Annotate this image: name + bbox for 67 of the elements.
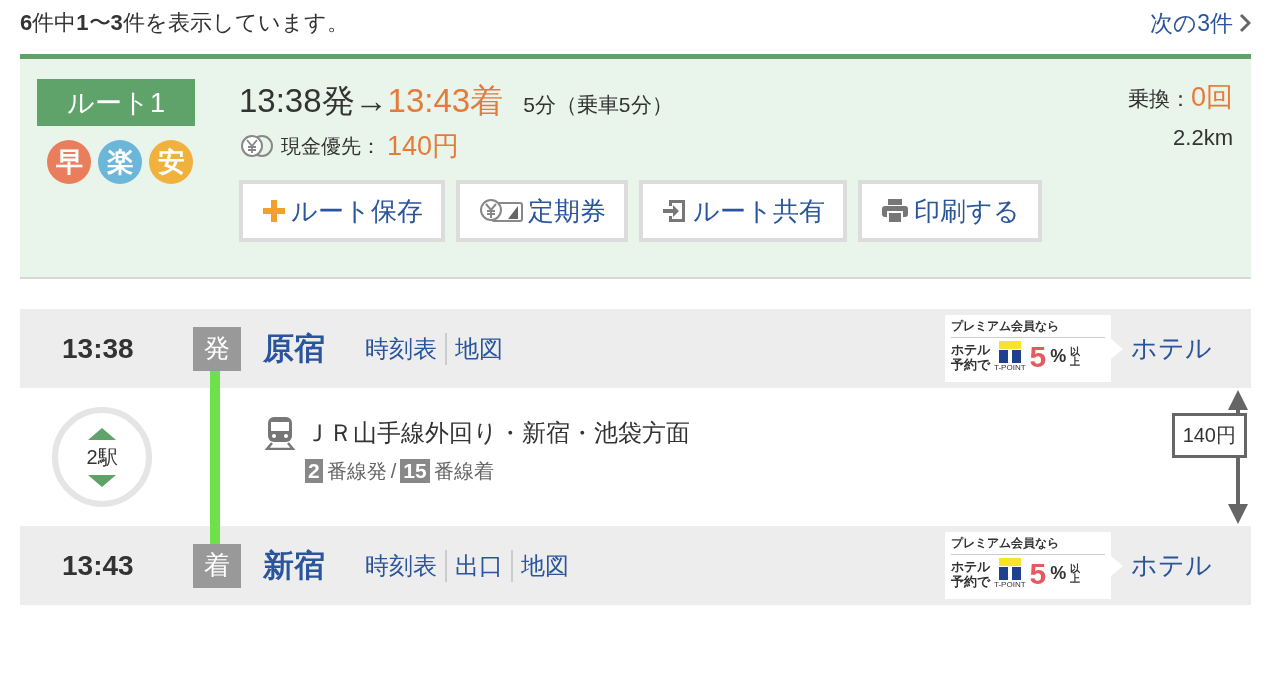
stop-marker: 発 <box>193 326 241 371</box>
stop-marker: 着 <box>193 543 241 588</box>
banner-brand: T-POINT <box>994 363 1026 372</box>
pass-card-icon <box>478 198 524 224</box>
banner-percent: % <box>1050 346 1067 367</box>
banner-headline: プレミアム会員なら <box>951 535 1105 555</box>
station-link[interactable]: 地図 <box>445 332 511 365</box>
result-count: 6件中1〜3件を表示しています。 <box>20 9 349 37</box>
banner-brand: T-POINT <box>994 580 1026 589</box>
station-count: 2駅 <box>86 444 118 470</box>
route-label: ルート1 <box>37 79 195 126</box>
stop-time: 13:38 <box>61 332 135 365</box>
printer-icon <box>880 197 910 225</box>
segment-fare: 140円 <box>1171 413 1247 458</box>
station-count-badge[interactable]: 2駅 <box>52 407 152 507</box>
banner-text: 予約で <box>951 573 990 589</box>
track-number: 15 <box>400 459 430 483</box>
station-link[interactable]: 地図 <box>511 549 577 582</box>
line-name: ＪＲ山手線外回り・新宿・池袋方面 <box>305 417 690 448</box>
plus-icon <box>261 198 287 224</box>
distance: 2.2km <box>1173 125 1233 151</box>
share-button[interactable]: ルート共有 <box>639 180 847 242</box>
banner-text: ホテル <box>951 558 990 574</box>
train-icon <box>265 415 295 450</box>
station-link[interactable]: 時刻表 <box>357 332 445 365</box>
departure-time: 13:38発 <box>239 81 355 121</box>
station-link[interactable]: 出口 <box>445 549 511 582</box>
banner-headline: プレミアム会員なら <box>951 318 1105 338</box>
stop-time: 13:43 <box>61 549 135 582</box>
coins-icon <box>239 134 275 158</box>
save-button[interactable]: ルート保存 <box>239 180 445 242</box>
route-tag: 早 <box>47 140 91 184</box>
route-tag: 楽 <box>98 140 142 184</box>
banner-text: ホテル <box>951 341 990 357</box>
station-link[interactable]: 時刻表 <box>357 549 445 582</box>
arrow-symbol: → <box>354 82 388 120</box>
route-tag: 安 <box>149 140 193 184</box>
banner-rate: 5 <box>1029 558 1047 589</box>
banner-suffix: 以 <box>1070 563 1081 574</box>
separator: / <box>390 459 397 483</box>
fare-label: 現金優先： <box>281 133 381 159</box>
fare-amount: 140円 <box>387 130 460 163</box>
banner-suffix: 以 <box>1070 346 1081 357</box>
station-name[interactable]: 新宿 <box>263 544 325 587</box>
next-results-link[interactable]: 次の3件 <box>1150 7 1251 39</box>
banner-suffix: 上 <box>1070 356 1081 367</box>
t-logo-icon <box>998 341 1021 363</box>
hotel-link[interactable]: ホテル <box>1131 548 1251 583</box>
print-button[interactable]: 印刷する <box>858 180 1042 242</box>
triangle-up-icon <box>88 427 116 440</box>
duration: 5分（乗車5分） <box>523 92 673 118</box>
arrival-time: 13:43着 <box>387 81 504 121</box>
chevron-right-icon <box>1239 13 1251 33</box>
banner-percent: % <box>1050 563 1067 584</box>
track-number: 2 <box>305 459 323 483</box>
hotel-link[interactable]: ホテル <box>1131 331 1251 366</box>
transfer-count: 0回 <box>1190 81 1233 114</box>
banner-suffix: 上 <box>1070 573 1081 584</box>
pass-button[interactable]: 定期券 <box>456 180 628 242</box>
t-logo-icon <box>998 558 1021 580</box>
banner-text: 予約で <box>951 356 990 372</box>
banner-rate: 5 <box>1029 341 1047 372</box>
track-label: 番線着 <box>433 458 494 484</box>
track-label: 番線発 <box>326 458 387 484</box>
transfers-label: 乗換： <box>1127 86 1191 112</box>
station-name[interactable]: 原宿 <box>263 327 325 370</box>
triangle-down-icon <box>88 474 116 487</box>
